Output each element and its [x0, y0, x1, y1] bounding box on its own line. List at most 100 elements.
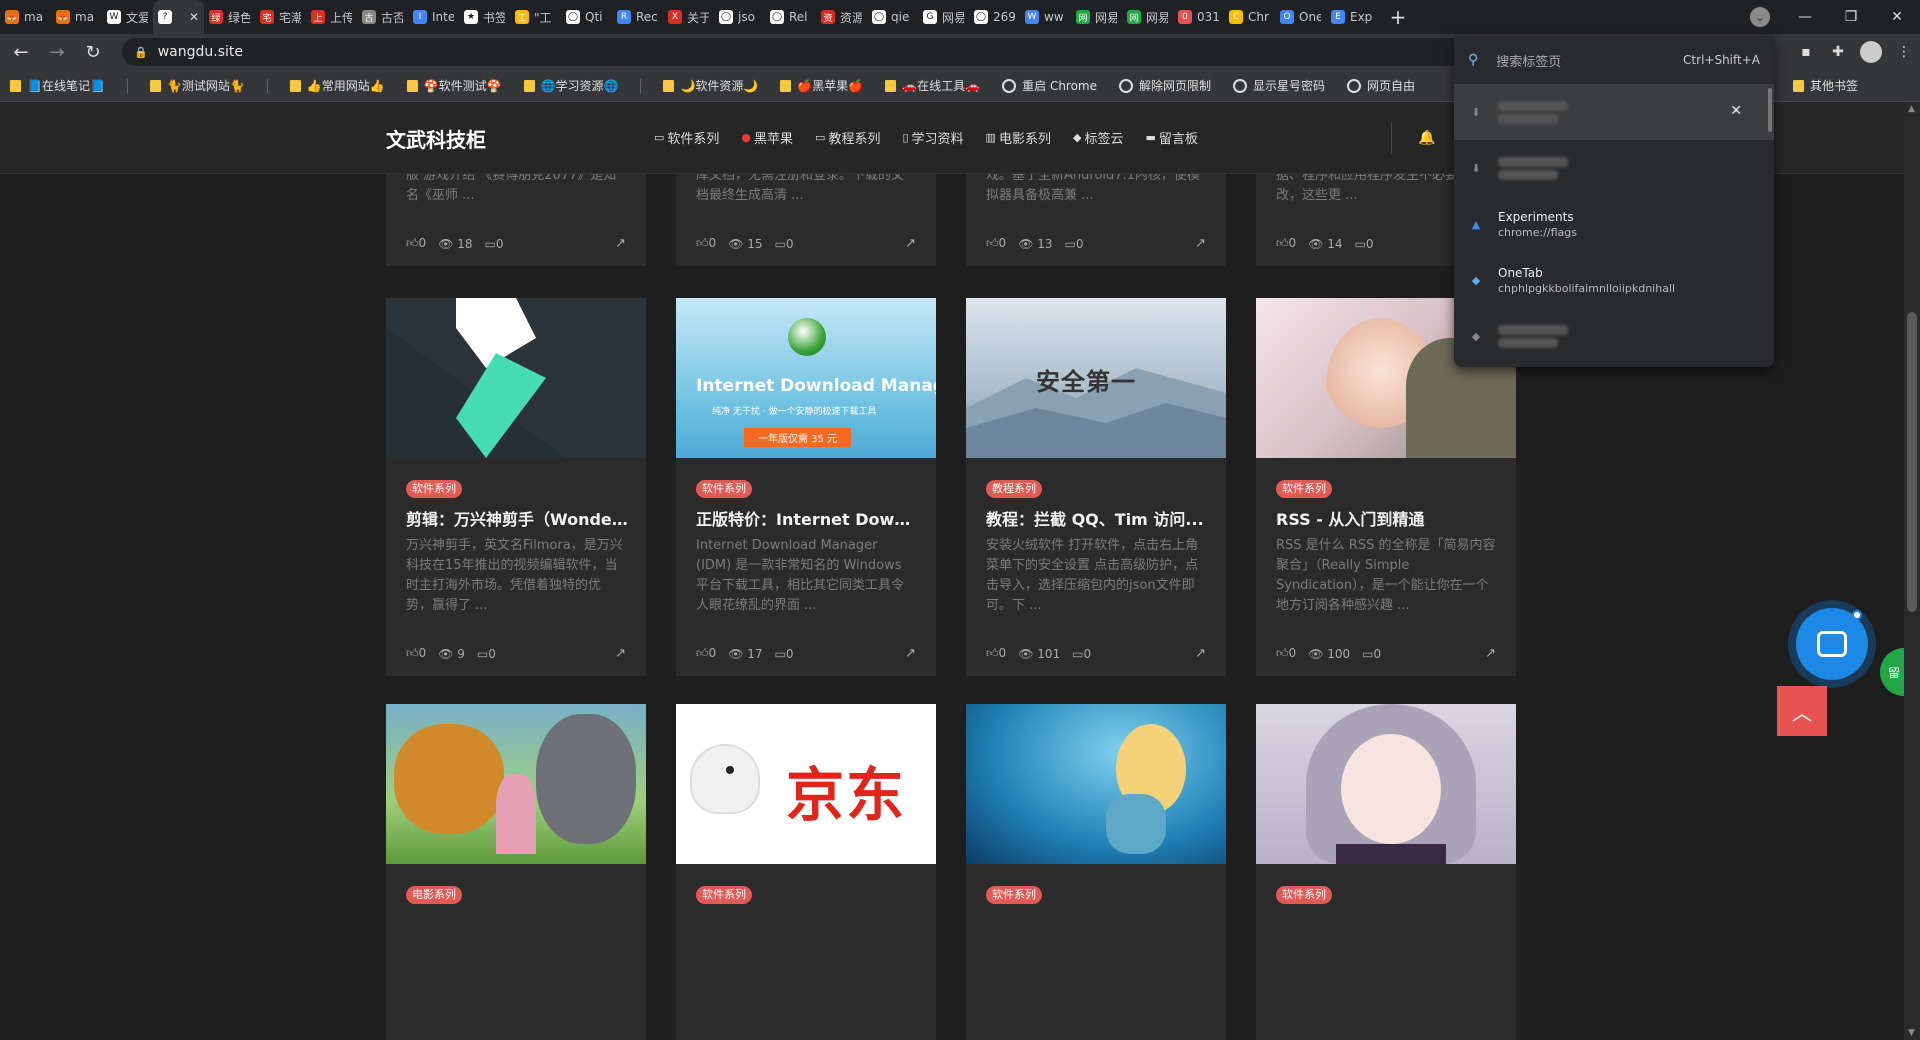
share-icon[interactable]: ↗	[615, 646, 626, 661]
extension-icon[interactable]: ▪	[1790, 36, 1822, 68]
page-scrollbar[interactable]: ▲ ▼	[1904, 102, 1920, 1040]
post-title[interactable]: RSS - 从入门到精通	[1276, 506, 1501, 530]
browser-tab[interactable]: R Rec	[612, 0, 663, 34]
browser-tab[interactable]: 上上传	[306, 0, 357, 34]
category-badge[interactable]: 软件系列	[696, 480, 752, 498]
browser-tab[interactable]: 网网易	[1122, 0, 1173, 34]
like-count[interactable]: 👍︎0	[986, 236, 1006, 251]
forward-button[interactable]: →	[42, 37, 72, 67]
browser-tab[interactable]: E Exp	[1326, 0, 1377, 34]
like-count[interactable]: 👍︎0	[696, 646, 716, 661]
bell-icon[interactable]: 🔔	[1418, 130, 1435, 146]
side-green-tab[interactable]: 留	[1880, 648, 1904, 696]
bookmark-link[interactable]: 重启 Chrome	[1002, 77, 1097, 94]
nav-item[interactable]: ▭ 教程系列	[815, 128, 880, 147]
share-icon[interactable]: ↗	[1195, 236, 1206, 251]
post-title[interactable]: 正版特价：Internet Downl...	[696, 506, 921, 530]
category-badge[interactable]: 软件系列	[986, 886, 1042, 904]
close-window-button[interactable]: ✕	[1874, 0, 1920, 34]
browser-tab[interactable]: 古古否	[357, 0, 408, 34]
like-count[interactable]: 👍︎0	[986, 646, 1006, 661]
comment-count[interactable]: ▭0	[485, 237, 504, 251]
browser-tab[interactable]: 绿绿色	[204, 0, 255, 34]
scroll-thumb[interactable]	[1907, 312, 1917, 612]
bookmark-folder[interactable]: 🌐学习资源🌐	[523, 77, 618, 94]
new-tab-button[interactable]: +	[1383, 0, 1413, 34]
browser-tab[interactable]: ◯ jso	[714, 0, 765, 34]
bookmark-folder[interactable]: 📘在线笔记📘	[10, 77, 105, 94]
close-tab-icon[interactable]: ✕	[1730, 103, 1742, 119]
browser-tab[interactable]: 🦊 ma	[0, 0, 51, 34]
share-icon[interactable]: ↗	[1485, 646, 1496, 661]
category-badge[interactable]: 软件系列	[406, 480, 462, 498]
post-thumbnail[interactable]: 安全第一	[966, 298, 1226, 458]
browser-tab[interactable]: 🦊 ma	[51, 0, 102, 34]
nav-item[interactable]: ● 黑苹果	[741, 128, 793, 147]
bookmark-folder[interactable]: 🍎黑苹果🍎	[780, 77, 863, 94]
tab-search-result[interactable]: ◆ OneTab chphlpgkkbolifaimnlloiipkdnihall	[1454, 252, 1774, 308]
tab-search-button[interactable]: ⌄	[1748, 6, 1772, 28]
comment-count[interactable]: ▭0	[1065, 237, 1084, 251]
bookmark-link[interactable]: 解除网页限制	[1119, 77, 1211, 94]
post-card[interactable]: 软件系列	[1256, 704, 1516, 1040]
browser-tab[interactable]: X 关于	[663, 0, 714, 34]
comment-count[interactable]: ▭0	[1362, 647, 1381, 661]
tab-search-scrollbar[interactable]	[1768, 88, 1772, 132]
post-card[interactable]: 京东软件系列	[676, 704, 936, 1040]
post-thumbnail[interactable]	[386, 704, 646, 864]
share-icon[interactable]: ↗	[1195, 646, 1206, 661]
browser-tab[interactable]: ★ 书签	[459, 0, 510, 34]
comment-count[interactable]: ▭0	[775, 647, 794, 661]
browser-tab[interactable]: 网网易	[1071, 0, 1122, 34]
post-card[interactable]: Internet Download Manager 纯净 无干扰 · 做一个安静的…	[676, 298, 936, 676]
browser-tab[interactable]: ◯ Rel	[765, 0, 816, 34]
restore-button[interactable]: ❐	[1828, 0, 1874, 34]
like-count[interactable]: 👍︎0	[696, 236, 716, 251]
category-badge[interactable]: 教程系列	[986, 480, 1042, 498]
back-to-top-button[interactable]: ︿	[1777, 686, 1827, 736]
like-count[interactable]: 👍︎0	[1276, 646, 1296, 661]
post-card[interactable]: 软件系列 剪辑：万兴神剪手（Wonder... 万兴神剪手，英文名Filmora，是…	[386, 298, 646, 676]
share-icon[interactable]: ↗	[905, 646, 916, 661]
browser-tab[interactable]: W 文爱	[102, 0, 153, 34]
post-thumbnail[interactable]	[966, 704, 1226, 864]
browser-tab[interactable]: 0 031	[1173, 0, 1224, 34]
tab-search-result[interactable]: ⬇ ✕	[1454, 84, 1774, 140]
bookmark-link[interactable]: 显示星号密码	[1233, 77, 1325, 94]
site-logo[interactable]: 文武科技柜	[386, 124, 486, 153]
bookmark-folder[interactable]: 🚗在线工具🚗	[885, 77, 980, 94]
tab-search-result[interactable]: ▲ Experiments chrome://flags	[1454, 196, 1774, 252]
scroll-up-arrow[interactable]: ▲	[1908, 104, 1915, 114]
category-badge[interactable]: 软件系列	[1276, 480, 1332, 498]
nav-item[interactable]: ▯ 学习资料	[902, 128, 963, 147]
share-icon[interactable]: ↗	[615, 236, 626, 251]
browser-tab[interactable]: ? ✕	[153, 0, 204, 34]
bookmark-link[interactable]: 网页自由	[1347, 77, 1415, 94]
other-bookmarks[interactable]: 其他书签	[1792, 77, 1858, 94]
nav-item[interactable]: ▭ 软件系列	[654, 128, 719, 147]
share-icon[interactable]: ↗	[905, 236, 916, 251]
tab-search-result[interactable]: ⬇	[1454, 140, 1774, 196]
post-title[interactable]: 剪辑：万兴神剪手（Wonder...	[406, 506, 631, 530]
nav-item[interactable]: ▥ 电影系列	[986, 128, 1051, 147]
post-thumbnail[interactable]	[386, 298, 646, 458]
tab-search-box[interactable]: ⚲ 搜索标签页 Ctrl+Shift+A	[1454, 36, 1774, 84]
browser-tab[interactable]: ◯ Qti	[561, 0, 612, 34]
address-bar[interactable]: 🔒 wangdu.site	[122, 38, 1602, 66]
close-tab-icon[interactable]: ✕	[189, 10, 199, 24]
tab-search-result[interactable]: ◆	[1454, 308, 1774, 364]
category-badge[interactable]: 电影系列	[406, 886, 462, 904]
like-count[interactable]: 👍︎0	[406, 646, 426, 661]
bookmark-folder[interactable]: 🌙软件资源🌙	[663, 77, 758, 94]
category-badge[interactable]: 软件系列	[696, 886, 752, 904]
chat-widget-button[interactable]	[1788, 600, 1876, 688]
menu-kebab-icon[interactable]: ⋮	[1888, 36, 1920, 68]
post-title[interactable]: 教程：拦截 QQ、Tim 访问...	[986, 506, 1211, 530]
back-button[interactable]: ←	[6, 37, 36, 67]
comment-count[interactable]: ▭0	[775, 237, 794, 251]
post-card[interactable]: 安全第一 教程系列 教程：拦截 QQ、Tim 访问... 安装火绒软件 打开软件，点击…	[966, 298, 1226, 676]
post-thumbnail[interactable]: 京东	[676, 704, 936, 864]
browser-tab[interactable]: O One	[1275, 0, 1326, 34]
post-thumbnail[interactable]: Internet Download Manager 纯净 无干扰 · 做一个安静的…	[676, 298, 936, 458]
bookmark-folder[interactable]: 👍常用网站👍	[289, 77, 385, 94]
